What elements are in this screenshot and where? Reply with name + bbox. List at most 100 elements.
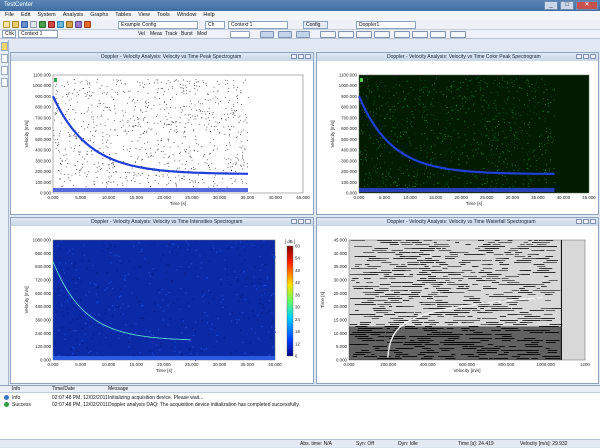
panel-maximize-button[interactable] <box>298 219 304 224</box>
noise-point <box>527 95 528 97</box>
noise-point <box>394 127 396 129</box>
noise-cell <box>55 311 57 313</box>
noise-cell <box>76 318 78 320</box>
mod-button[interactable]: Mod <box>197 30 207 39</box>
record-icon[interactable] <box>84 21 91 28</box>
menu-edit[interactable]: Edit <box>21 11 30 20</box>
noise-cell <box>152 273 154 275</box>
menu-view[interactable]: View <box>138 11 150 20</box>
track-button[interactable]: Track <box>165 30 177 39</box>
panel-close-button[interactable] <box>590 219 596 224</box>
log-col-time[interactable]: Time/Date <box>52 386 75 393</box>
colorbar-tick-label: 48 <box>295 268 300 273</box>
context-combo[interactable]: Context 1 <box>228 21 288 29</box>
save-icon[interactable] <box>21 21 28 28</box>
panel-close-button[interactable] <box>305 54 311 59</box>
log-col-info[interactable]: Info <box>12 386 20 393</box>
close-button[interactable]: ✕ <box>576 1 598 10</box>
zoom-out-x-icon[interactable] <box>338 31 354 38</box>
fit-x-icon[interactable] <box>394 31 410 38</box>
panel-minimize-button[interactable] <box>291 54 297 59</box>
stop-icon[interactable] <box>48 21 55 28</box>
noise-point <box>543 169 544 171</box>
marker-tool-icon[interactable] <box>1 66 8 75</box>
noise-cell <box>181 332 183 334</box>
menu-file[interactable]: File <box>5 11 14 20</box>
noise-point <box>241 165 242 167</box>
fit-y-icon[interactable] <box>412 31 428 38</box>
menu-system[interactable]: System <box>37 11 55 20</box>
noise-point <box>538 179 540 181</box>
noise-point <box>234 114 236 116</box>
new-file-icon[interactable] <box>3 21 10 28</box>
trace-segment <box>404 290 408 291</box>
fit-all-icon[interactable] <box>430 31 446 38</box>
panel-close-button[interactable] <box>590 54 596 59</box>
noise-cell <box>176 269 178 271</box>
context-small-combo[interactable]: Context 1 <box>18 30 58 38</box>
chk-combo[interactable]: Chk <box>2 30 16 38</box>
panel-minimize-button[interactable] <box>576 219 582 224</box>
menu-analysis[interactable]: Analysis <box>63 11 83 20</box>
panel-minimize-button[interactable] <box>291 219 297 224</box>
noise-point <box>195 168 197 170</box>
config-button[interactable]: Config <box>303 21 328 29</box>
chart-icon[interactable] <box>75 21 82 28</box>
noise-point <box>497 94 499 96</box>
run-icon[interactable] <box>39 21 46 28</box>
trace-segment <box>540 240 547 241</box>
menu-graphs[interactable]: Graphs <box>90 11 108 20</box>
config-value-field[interactable]: Doppler1 <box>356 21 416 29</box>
menu-tools[interactable]: Tools <box>157 11 170 20</box>
noise-point <box>227 149 229 151</box>
print-icon[interactable] <box>30 21 37 28</box>
noise-point <box>53 130 55 131</box>
peak-spectrogram-plot[interactable]: 1100.0001000.000900.000800.000700.000600… <box>11 61 313 214</box>
log-col-message[interactable]: Message <box>108 386 128 393</box>
device-icon[interactable] <box>57 21 64 28</box>
config-combo[interactable]: Example Config <box>118 21 198 29</box>
meas-button[interactable]: Meas <box>150 30 162 39</box>
panel-maximize-button[interactable] <box>583 54 589 59</box>
maximize-button[interactable]: □ <box>560 1 574 10</box>
channel-combo[interactable]: Ch <box>205 21 225 29</box>
pan-icon[interactable] <box>278 31 292 38</box>
menu-tables[interactable]: Tables <box>115 11 131 20</box>
pointer-tool-icon[interactable] <box>1 42 8 51</box>
trace-segment <box>525 270 532 271</box>
zoom-out-y-icon[interactable] <box>374 31 390 38</box>
zoom-in-y-icon[interactable] <box>356 31 372 38</box>
panel-close-button[interactable] <box>305 219 311 224</box>
x-tick-label: 20.000 <box>455 195 469 200</box>
color-peak-spectrogram-plot[interactable]: 1100.0001000.000900.000800.000700.000600… <box>317 61 598 214</box>
panel-minimize-button[interactable] <box>576 54 582 59</box>
measure-tool-icon[interactable] <box>1 78 8 87</box>
waterfall-spectrogram-plot[interactable]: 45.00040.00035.00030.00025.00020.00015.0… <box>317 226 598 383</box>
cursor-icon[interactable] <box>296 31 310 38</box>
log-row[interactable]: Info 02:07:48 PM, 12/02/2011 Initializin… <box>0 395 600 401</box>
menu-help[interactable]: Help <box>203 11 214 20</box>
noise-point <box>473 102 475 104</box>
noise-point <box>65 103 67 105</box>
open-folder-icon[interactable] <box>12 21 19 28</box>
log-time: 02:07:48 PM, 12/02/2011 <box>52 402 108 408</box>
minimize-button[interactable]: _ <box>544 1 558 10</box>
settings-icon[interactable] <box>66 21 73 28</box>
trace-segment <box>381 270 391 271</box>
panel-maximize-button[interactable] <box>583 219 589 224</box>
zoom-icon[interactable] <box>260 31 274 38</box>
log-row[interactable]: Success 02:07:48 PM, 12/02/2011 Doppler … <box>0 402 600 408</box>
reset-icon[interactable] <box>450 31 466 38</box>
noise-point <box>511 165 513 167</box>
noise-point <box>458 95 460 97</box>
panel-maximize-button[interactable] <box>298 54 304 59</box>
noise-point <box>431 146 432 148</box>
zoom-in-x-icon[interactable] <box>320 31 336 38</box>
burst-button[interactable]: Burst <box>181 30 193 39</box>
vel-button[interactable]: Vel <box>138 30 145 39</box>
pencil-tool-icon[interactable] <box>1 54 8 63</box>
noise-point <box>371 158 373 159</box>
intensities-spectrogram-plot[interactable]: 1080.000960.000840.000720.000600.000480.… <box>11 226 313 383</box>
menu-window[interactable]: Window <box>177 11 197 20</box>
line-style-combo[interactable] <box>230 31 250 38</box>
